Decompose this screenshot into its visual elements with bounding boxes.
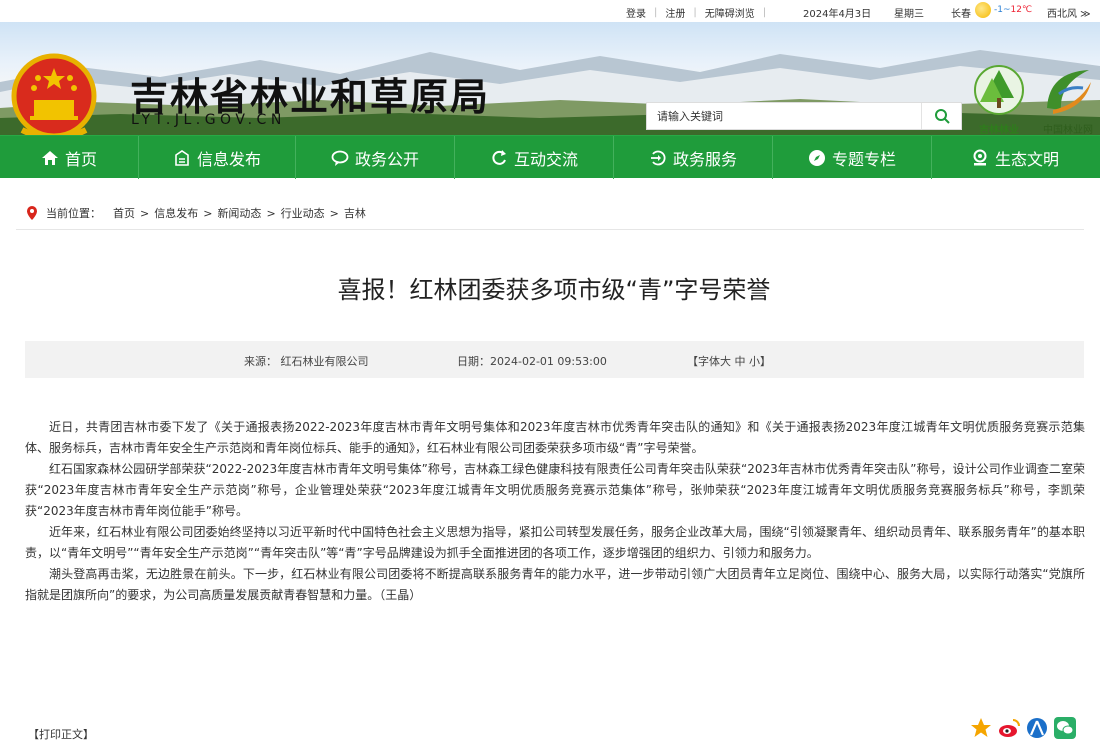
share-bar xyxy=(970,717,1076,739)
article-paragraph: 红石国家森林公园研学部荣获“2022-2023年度吉林市青年文明号集体”称号，吉… xyxy=(25,462,1085,518)
accessibility-link[interactable]: 无障碍浏览 xyxy=(705,5,755,20)
nav-news[interactable]: 信息发布 xyxy=(139,136,295,179)
login-link[interactable]: 登录 xyxy=(626,5,646,20)
font-medium-button[interactable]: 中 xyxy=(735,355,746,368)
share-weibo-button[interactable] xyxy=(998,717,1020,739)
nav-special-topics[interactable]: 专题专栏 xyxy=(773,136,931,179)
search-box xyxy=(646,102,962,130)
breadcrumb-info[interactable]: 信息发布 xyxy=(154,205,198,221)
site-domain: LYT.JL.GOV.CN xyxy=(131,112,286,128)
article-title: 喜报！红林团委获多项市级“青”字号荣誉 xyxy=(337,276,771,304)
top-bar: 登录 | 注册 | 无障碍浏览 | 2024年4月3日 星期三 长春 -1~12… xyxy=(0,0,1100,22)
speech-bubble-icon xyxy=(331,149,349,167)
search-icon xyxy=(934,109,950,124)
search-input[interactable] xyxy=(647,103,921,129)
breadcrumb-label: 当前位置： xyxy=(46,207,101,220)
nav-public-affairs[interactable]: 政务公开 xyxy=(296,136,454,179)
nav-home[interactable]: 首页 xyxy=(0,136,138,179)
refresh-icon xyxy=(490,149,508,167)
nav-interaction[interactable]: 互动交流 xyxy=(455,136,613,179)
print-button[interactable]: 【打印正文】 xyxy=(28,726,94,742)
compass-icon xyxy=(808,149,826,167)
share-qzone-button[interactable] xyxy=(970,717,992,739)
service-icon xyxy=(649,149,667,167)
breadcrumb-jilin[interactable]: 吉林 xyxy=(344,205,366,221)
star-icon xyxy=(971,718,991,737)
logo2-caption: 中国林业网 xyxy=(1043,125,1093,135)
font-large-button[interactable]: 大 xyxy=(720,355,731,368)
weather-wind: 西北风 ≫ xyxy=(1047,9,1091,20)
main-nav: 首页 信息发布 政务公开 互动交流 政务服务 专题专栏 生态文明 xyxy=(0,135,1100,179)
location-pin-icon xyxy=(27,206,37,220)
article-paragraph: 近日，共青团吉林市委下发了《关于通报表扬2022-2023年度吉林市青年文明号集… xyxy=(25,420,1085,455)
renren-icon xyxy=(1027,718,1047,738)
breadcrumb-industry[interactable]: 行业动态 xyxy=(281,205,325,221)
china-forestry-logo[interactable]: 中国林业网 xyxy=(1036,64,1100,135)
breadcrumb-divider xyxy=(16,229,1084,230)
weekday: 星期三 xyxy=(894,9,924,20)
weather-city: 长春 xyxy=(951,9,971,20)
document-icon xyxy=(173,149,191,167)
home-icon xyxy=(41,149,59,167)
breadcrumb: 当前位置： 首页 > 信息发布 > 新闻动态 > 行业动态 > 吉林 xyxy=(26,205,366,221)
article-meta: 来源： 红石林业有限公司 日期：2024-02-01 09:53:00 【字体大… xyxy=(25,341,1084,378)
header-banner: 吉林省林业和草原局 LYT.JL.GOV.CN 吉林林业 中国林业网 xyxy=(0,22,1100,135)
national-emblem-icon xyxy=(11,53,97,135)
jilin-forestry-logo[interactable]: 吉林林业 xyxy=(970,64,1028,135)
article-body: 近日，共青团吉林市委下发了《关于通报表扬2022-2023年度吉林市青年文明号集… xyxy=(25,417,1085,606)
nav-services[interactable]: 政务服务 xyxy=(614,136,772,179)
article-paragraph: 近年来，红石林业有限公司团委始终坚持以习近平新时代中国特色社会主义思想为指导，紧… xyxy=(25,525,1085,560)
font-size-control: 【字体大 中 小】 xyxy=(687,355,771,368)
nav-ecology[interactable]: 生态文明 xyxy=(932,136,1098,179)
sun-icon xyxy=(975,2,991,18)
article-date: 日期：2024-02-01 09:53:00 xyxy=(457,355,607,368)
breadcrumb-news[interactable]: 新闻动态 xyxy=(217,205,261,221)
top-links: 登录 | 注册 | 无障碍浏览 | xyxy=(626,5,767,20)
swoosh-logo-icon xyxy=(1047,70,1091,114)
share-wechat-button[interactable] xyxy=(1054,717,1076,739)
location-icon xyxy=(971,149,989,167)
current-date: 2024年4月3日 xyxy=(803,9,872,20)
weibo-icon xyxy=(999,719,1020,737)
logo1-caption: 吉林林业 xyxy=(979,125,1019,135)
article-source: 来源： 红石林业有限公司 xyxy=(244,355,369,368)
search-button[interactable] xyxy=(921,103,961,129)
register-link[interactable]: 注册 xyxy=(665,5,685,20)
weather-temperature: -1~12℃ xyxy=(994,5,1033,15)
breadcrumb-home[interactable]: 首页 xyxy=(113,205,135,221)
wechat-icon xyxy=(1054,717,1076,739)
share-renren-button[interactable] xyxy=(1026,717,1048,739)
tree-logo-icon xyxy=(974,65,1024,115)
article-paragraph: 潮头登高再击桨，无边胜景在前头。下一步，红石林业有限公司团委将不断提高联系服务青… xyxy=(25,567,1085,602)
font-small-button[interactable]: 小 xyxy=(749,355,760,368)
